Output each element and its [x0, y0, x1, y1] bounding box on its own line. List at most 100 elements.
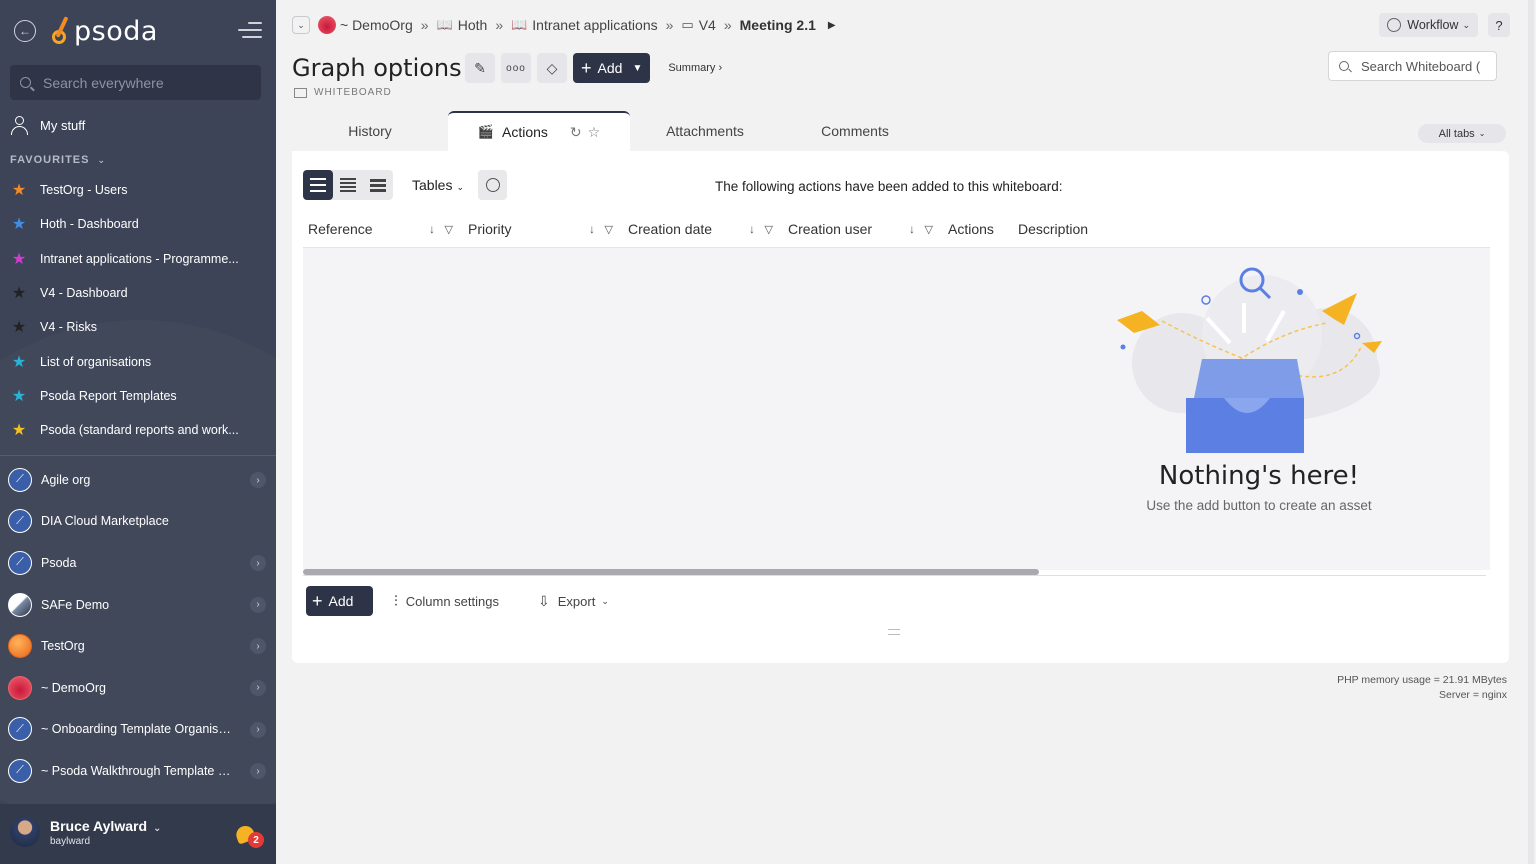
search-everywhere-input[interactable]: [43, 74, 243, 91]
sliders-icon: ⫶: [394, 593, 398, 610]
title-toolbar: ✎ ooo ◇ + Add ▼ Summary ›: [465, 53, 722, 83]
notification-count-badge[interactable]: 2: [248, 832, 264, 848]
column-actions[interactable]: Actions: [943, 211, 1013, 248]
view-normal-button[interactable]: [303, 170, 333, 200]
tag-button[interactable]: ◇: [537, 53, 567, 83]
add-button[interactable]: + Add ▼: [573, 53, 651, 83]
column-description[interactable]: Description: [1013, 211, 1163, 248]
view-dense-button[interactable]: [363, 170, 393, 200]
view-compact-button[interactable]: [333, 170, 363, 200]
organisation-label: ~ DemoOrg: [41, 680, 106, 695]
play-icon[interactable]: ▶: [828, 20, 836, 31]
sidebar: ← psoda My stuff FAVOURITES ⌄ ★ TestOrg -…: [0, 0, 276, 864]
page-subtitle: WHITEBOARD: [294, 87, 392, 98]
whiteboard-search[interactable]: Search Whiteboard (: [1328, 51, 1497, 81]
rocket-icon: ⟋: [8, 467, 32, 492]
whiteboard-search-input[interactable]: Search Whiteboard (: [1361, 59, 1480, 74]
breadcrumb-meeting[interactable]: Meeting 2.1: [740, 17, 816, 33]
tab-attachments[interactable]: Attachments: [630, 111, 780, 151]
organisation-label: TestOrg: [41, 639, 85, 654]
sidebar-search[interactable]: [10, 65, 261, 100]
tab-comments[interactable]: Comments: [780, 111, 930, 151]
sort-icon[interactable]: ↓: [909, 222, 915, 236]
sidebar-divider: [0, 455, 276, 456]
refresh-icon[interactable]: ↻: [570, 124, 582, 141]
edit-button[interactable]: ✎: [465, 53, 495, 83]
column-reference[interactable]: Reference ↓ ▽: [303, 211, 463, 248]
chevron-down-icon: ⌄: [601, 596, 609, 606]
filter-icon[interactable]: ▽: [605, 223, 613, 236]
chevron-right-icon[interactable]: ›: [250, 555, 266, 572]
breadcrumb-dropdown-icon[interactable]: ⌄: [292, 16, 310, 34]
column-creation-user[interactable]: Creation user ↓ ▽: [783, 211, 943, 248]
tab-history[interactable]: History: [292, 111, 448, 151]
resize-handle[interactable]: [888, 629, 900, 635]
chevron-right-icon[interactable]: ›: [250, 763, 266, 780]
organisation-item[interactable]: ~ DemoOrg ›: [8, 667, 268, 709]
favourite-item[interactable]: ★ TestOrg - Users: [10, 173, 266, 207]
filter-icon[interactable]: ▽: [925, 223, 933, 236]
favourite-item[interactable]: ★ Intranet applications - Programme...: [10, 242, 266, 276]
top-right-toolbar: Workflow ⌄ ?: [1379, 13, 1510, 37]
favourite-label: Psoda (standard reports and work...: [40, 423, 239, 438]
breadcrumb-intranet-applications[interactable]: Intranet applications: [532, 17, 657, 33]
my-stuff-link[interactable]: My stuff: [10, 114, 85, 136]
tables-dropdown[interactable]: Tables ⌄: [412, 177, 464, 193]
favourite-item[interactable]: ★ List of organisations: [10, 344, 266, 378]
rocket-icon: ⟋: [8, 550, 32, 575]
help-button[interactable]: ?: [1488, 13, 1510, 37]
dense-view-icon: [370, 178, 386, 193]
sort-icon[interactable]: ↓: [429, 222, 435, 236]
add-action-button[interactable]: + Add: [306, 586, 373, 616]
column-settings-button[interactable]: ⫶ Column settings: [394, 593, 499, 610]
organisation-item[interactable]: ⟋ Psoda ›: [8, 542, 268, 584]
organisation-item[interactable]: TestOrg ›: [8, 625, 268, 667]
breadcrumb-hoth[interactable]: Hoth: [458, 17, 488, 33]
organisation-item[interactable]: ⟋ ~ Psoda Walkthrough Template P... ›: [8, 750, 268, 792]
favourite-item[interactable]: ★ Hoth - Dashboard: [10, 207, 266, 241]
organisation-item[interactable]: ⟋ DIA Cloud Marketplace: [8, 501, 268, 543]
filter-icon[interactable]: ▽: [445, 223, 453, 236]
demoorg-logo-icon: [318, 16, 336, 34]
organisation-item[interactable]: ⟋ Agile org ›: [8, 459, 268, 501]
more-button[interactable]: ooo: [501, 53, 531, 83]
star-icon[interactable]: ☆: [588, 124, 601, 141]
filter-icon[interactable]: ▽: [765, 223, 773, 236]
chevron-right-icon[interactable]: ›: [250, 472, 266, 488]
workflow-button[interactable]: Workflow ⌄: [1379, 13, 1478, 37]
favourite-item[interactable]: ★ Psoda Report Templates: [10, 379, 266, 413]
chevron-right-icon[interactable]: ›: [250, 596, 266, 613]
export-icon: ⇩: [538, 593, 550, 609]
breadcrumb-v4[interactable]: V4: [699, 17, 716, 33]
favourite-item[interactable]: ★ Psoda (standard reports and work...: [10, 413, 266, 447]
back-icon[interactable]: ←: [14, 20, 36, 42]
avatar[interactable]: [10, 817, 40, 847]
refresh-table-button[interactable]: [478, 170, 507, 200]
sort-icon[interactable]: ↓: [749, 222, 755, 236]
user-panel[interactable]: Bruce Aylward ⌄ baylward: [0, 804, 276, 864]
favourite-item[interactable]: ★ V4 - Risks: [10, 310, 266, 344]
empty-state-subtitle: Use the add button to create an asset: [1146, 498, 1372, 513]
table-header: Reference ↓ ▽ Priority ↓ ▽ Creation date ↓ ▽ C…: [303, 211, 1490, 248]
organisation-item[interactable]: SAFe Demo ›: [8, 584, 268, 626]
column-priority[interactable]: Priority ↓ ▽: [463, 211, 623, 248]
export-button[interactable]: ⇩ Export ⌄: [538, 593, 609, 610]
tab-actions[interactable]: 🎬 Actions ↻ ☆: [448, 111, 630, 151]
favourite-item[interactable]: ★ V4 - Dashboard: [10, 276, 266, 310]
psoda-logo[interactable]: psoda: [50, 14, 158, 48]
pencil-icon: ✎: [474, 59, 486, 76]
column-creation-date[interactable]: Creation date ↓ ▽: [623, 211, 783, 248]
breadcrumb-demoorg[interactable]: ~ DemoOrg: [340, 17, 413, 33]
chevron-right-icon[interactable]: ›: [250, 638, 266, 655]
user-name[interactable]: Bruce Aylward ⌄: [50, 818, 161, 834]
organisation-label: DIA Cloud Marketplace: [41, 514, 169, 529]
summary-link[interactable]: Summary ›: [668, 62, 722, 74]
collapse-menu-icon[interactable]: [238, 22, 262, 40]
page-scrollbar[interactable]: [1526, 0, 1536, 864]
chevron-right-icon[interactable]: ›: [250, 679, 266, 696]
all-tabs-button[interactable]: All tabs ⌄: [1418, 124, 1506, 143]
chevron-right-icon[interactable]: ›: [250, 721, 266, 738]
favourites-toggle[interactable]: FAVOURITES ⌄: [10, 154, 106, 166]
organisation-item[interactable]: ⟋ ~ Onboarding Template Organisa... ›: [8, 709, 268, 751]
sort-icon[interactable]: ↓: [589, 222, 595, 236]
